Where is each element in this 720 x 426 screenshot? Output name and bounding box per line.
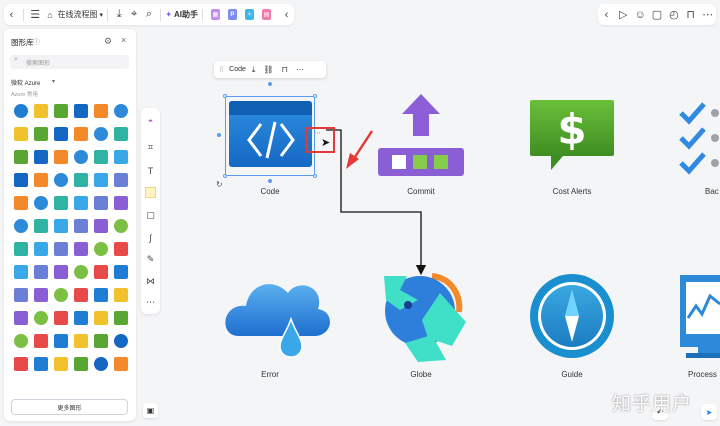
node-label[interactable]: Cost Alerts	[532, 187, 612, 196]
link-icon[interactable]: ⛓	[263, 65, 273, 74]
backlog-shape	[679, 102, 719, 175]
cursor-icon: ➤	[321, 137, 331, 149]
resize-handle[interactable]	[223, 174, 227, 178]
node-label[interactable]: Guide	[532, 370, 612, 379]
rotate-icon[interactable]: ↻	[216, 180, 223, 189]
svg-text:$: $	[557, 105, 586, 154]
replace-icon[interactable]: ⤓	[252, 65, 256, 75]
cost-alerts-shape: $	[530, 100, 614, 170]
process-shape	[680, 275, 720, 358]
diagram-canvas: $	[225, 94, 720, 362]
resize-handle[interactable]	[313, 94, 317, 98]
node-label[interactable]: Bac	[679, 187, 720, 196]
node-label[interactable]: Commit	[381, 187, 461, 196]
annotation-arrow	[346, 130, 374, 169]
node-label[interactable]: Code	[230, 187, 310, 196]
drag-handle-icon[interactable]: ⠿	[219, 66, 224, 74]
ellipsis-icon: ⋯	[314, 130, 321, 137]
lock-icon[interactable]: ⊓	[282, 65, 288, 74]
shape-type-label[interactable]: Code	[229, 66, 246, 73]
node-label[interactable]: Process	[688, 370, 720, 379]
connection-point[interactable]	[217, 133, 221, 137]
resize-handle[interactable]	[223, 94, 227, 98]
guide-shape	[530, 274, 614, 358]
connection-point[interactable]	[268, 82, 272, 86]
pointer-icon[interactable]: ➤	[701, 404, 717, 420]
globe-shape	[384, 273, 466, 362]
connection-point[interactable]	[268, 179, 272, 183]
resize-handle[interactable]	[313, 174, 317, 178]
selection-box[interactable]	[225, 96, 315, 176]
node-label[interactable]: Error	[230, 370, 310, 379]
shape-floating-toolbar: ⠿ Code ⤓ ⛓ ⊓ ⋯	[214, 61, 326, 78]
more-icon[interactable]: ⋯	[296, 65, 304, 74]
node-label[interactable]: Globe	[381, 370, 461, 379]
commit-shape	[378, 94, 464, 176]
watermark: 知乎用户	[612, 393, 693, 415]
error-shape	[225, 284, 330, 358]
